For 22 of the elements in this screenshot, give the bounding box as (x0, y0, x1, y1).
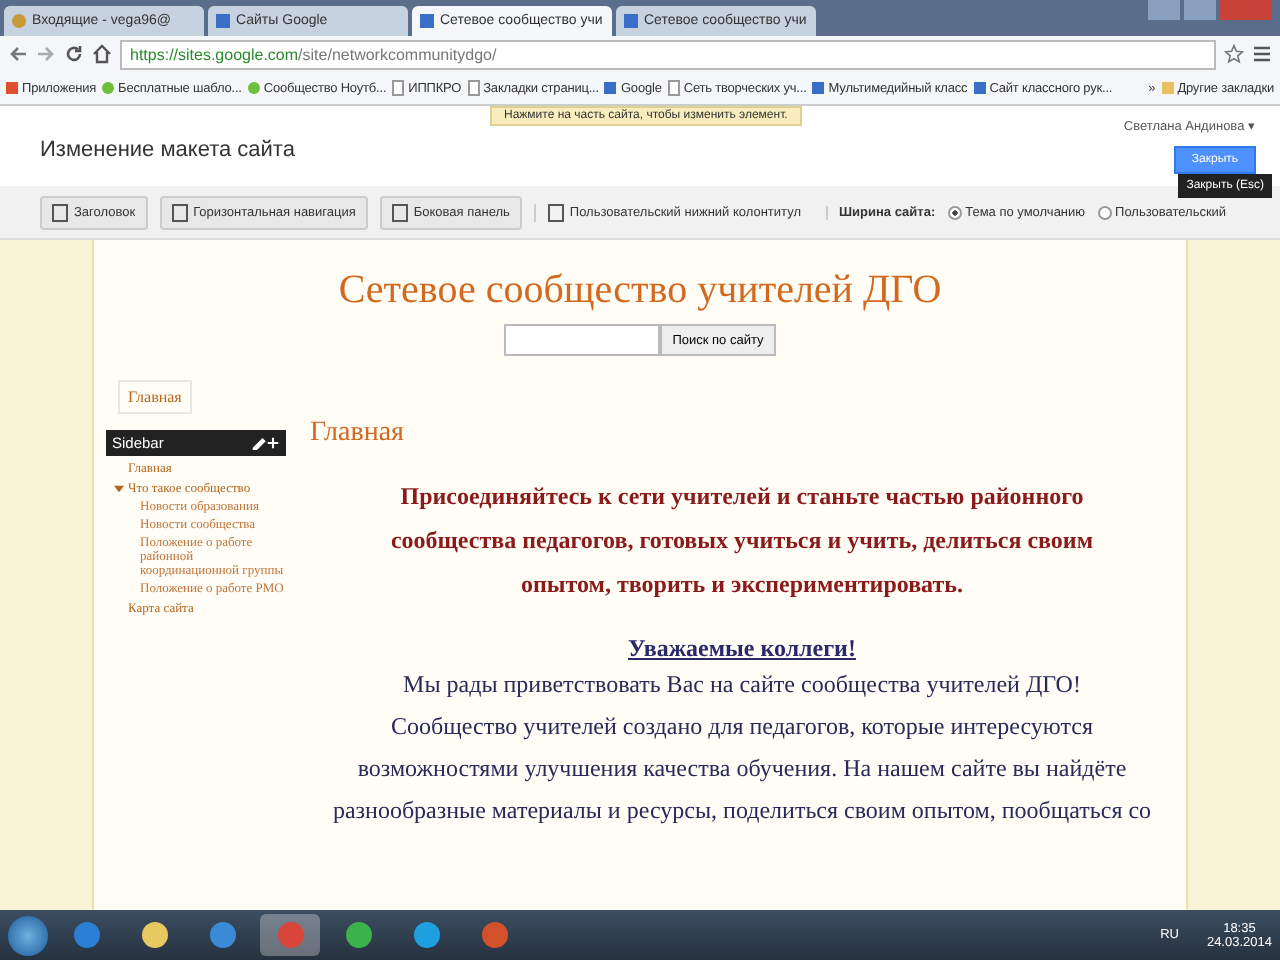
page-icon (624, 14, 638, 28)
paragraph: Мы рады приветствовать Вас на сайте сообщества учителей ДГО! (401, 668, 1083, 702)
expand-arrow-icon[interactable] (114, 484, 124, 494)
home-icon[interactable] (92, 44, 112, 64)
menu-icon[interactable] (1252, 44, 1272, 64)
star-icon[interactable] (1224, 44, 1244, 64)
editor-title: Изменение макета сайта (40, 138, 295, 162)
back-arrow-icon[interactable] (8, 44, 28, 64)
forward-arrow-icon[interactable] (36, 44, 56, 64)
page-heading: Главная (310, 418, 406, 450)
site-title: Сетевое сообщество учителей ДГО (336, 268, 944, 314)
reload-icon[interactable] (64, 44, 84, 64)
greeting: Уважаемые коллеги! (626, 634, 858, 664)
search-field[interactable] (504, 324, 661, 356)
intro-text: Присоединяйтесь к сети учителей и станьте частью районного сообщества педагогов, готовых учиться и учить, делиться своим опытом, творить и экспериментировать. (388, 480, 1096, 602)
edit-add-icon[interactable] (252, 436, 280, 450)
address-field[interactable]: https://sites.google.com/site/networkcommunitydgo/ (120, 39, 1216, 69)
paragraph: Сообщество учителей создано для педагогов, которые интересуются возможностями улучшения качества обучения. На нашем сайте вы найдёте разнообразные материалы и ресурсы, поделиться своим опытом, пообщаться со (330, 710, 1154, 828)
page-icon (216, 14, 230, 28)
page-icon (420, 14, 434, 28)
start-button[interactable] (8, 915, 48, 955)
nav-tab[interactable]: Главная (118, 380, 192, 414)
